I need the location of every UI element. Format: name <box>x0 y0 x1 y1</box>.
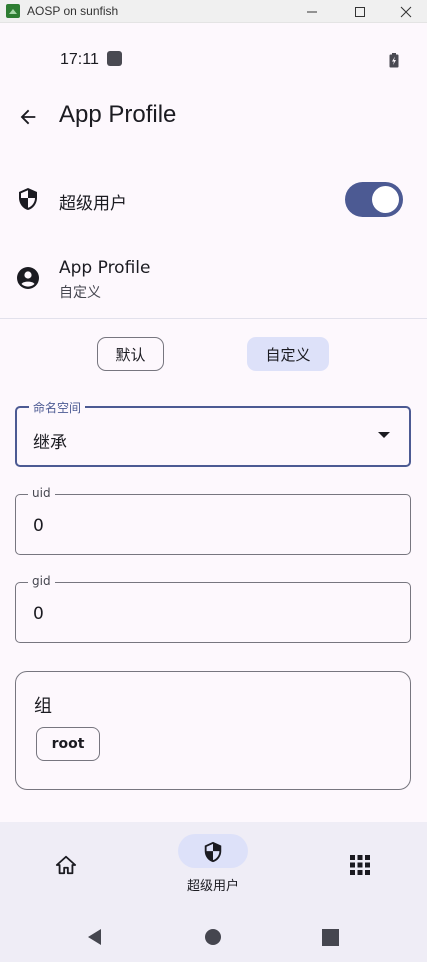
shield-icon <box>19 188 37 210</box>
namespace-label: 命名空间 <box>29 399 86 416</box>
close-button[interactable] <box>383 0 427 23</box>
window-title-bar: AOSP on sunfish <box>0 0 427 23</box>
nav-home[interactable] <box>42 822 90 908</box>
maximize-icon <box>355 6 365 17</box>
top-app-bar: App Profile <box>0 95 427 139</box>
superuser-label: 超级用户 <box>59 194 127 214</box>
nav-superuser[interactable]: 超级用户 <box>173 822 253 908</box>
notification-icon <box>107 51 122 66</box>
groups-title: 组 <box>34 696 52 717</box>
group-chip-root[interactable]: root <box>36 727 100 761</box>
shield-icon <box>204 841 222 863</box>
app-profile-title: App Profile <box>59 258 151 278</box>
home-icon <box>55 855 77 875</box>
custom-profile-button[interactable]: 自定义 <box>247 337 329 371</box>
apps-grid-icon <box>350 855 370 875</box>
status-bar: 17:11 <box>0 23 427 95</box>
dropdown-arrow-icon <box>378 432 390 438</box>
arrow-back-icon <box>20 109 36 125</box>
close-icon <box>400 6 412 17</box>
minimize-button[interactable] <box>289 0 335 23</box>
uid-value: 0 <box>33 516 44 536</box>
uid-field[interactable]: uid 0 <box>15 486 411 555</box>
square-recents-icon <box>321 928 339 946</box>
status-time: 17:11 <box>60 51 99 68</box>
system-navigation-bar <box>0 908 427 962</box>
window-title: AOSP on sunfish <box>27 4 119 18</box>
system-recents-button[interactable] <box>318 925 342 949</box>
uid-label: uid <box>28 486 55 500</box>
maximize-button[interactable] <box>337 0 383 23</box>
nav-modules[interactable] <box>336 822 384 908</box>
superuser-switch[interactable] <box>345 182 403 217</box>
divider <box>0 318 427 319</box>
gid-label: gid <box>28 574 55 588</box>
groups-card[interactable]: 组 root <box>15 671 411 790</box>
app-profile-subtitle: 自定义 <box>59 285 101 301</box>
gid-value: 0 <box>33 604 44 624</box>
system-home-button[interactable] <box>201 925 225 949</box>
bottom-navigation: 超级用户 <box>0 822 427 908</box>
battery-charging-icon <box>389 53 399 68</box>
back-button[interactable] <box>12 101 44 133</box>
triangle-back-icon <box>88 929 101 945</box>
circle-home-icon <box>205 929 221 945</box>
minimize-icon <box>307 11 317 12</box>
app-profile-row[interactable]: App Profile 自定义 <box>0 250 427 308</box>
namespace-value: 继承 <box>33 433 67 453</box>
switch-knob <box>372 186 399 213</box>
emulator-logo-icon <box>6 4 20 18</box>
account-circle-icon <box>17 267 39 289</box>
page-title: App Profile <box>59 101 177 128</box>
nav-superuser-label: 超级用户 <box>186 879 239 894</box>
namespace-dropdown[interactable]: 命名空间 继承 <box>15 399 411 467</box>
system-back-button[interactable] <box>83 925 107 949</box>
default-profile-button[interactable]: 默认 <box>97 337 164 371</box>
gid-field[interactable]: gid 0 <box>15 574 411 643</box>
